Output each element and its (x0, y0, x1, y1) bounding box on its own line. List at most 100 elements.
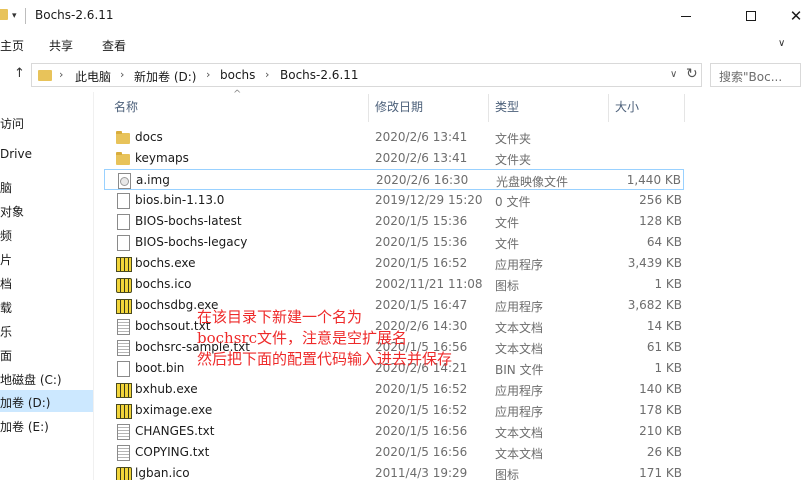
breadcrumb-bochs-2611[interactable]: Bochs-2.6.11 (280, 68, 359, 82)
app-icon (115, 382, 132, 398)
file-size: 1 KB (654, 277, 682, 291)
refresh-icon[interactable]: ↻ (686, 66, 698, 82)
file-type: 应用程序 (495, 258, 544, 272)
file-list: ^ 名称 修改日期 类型 大小 docs 2020/2/6 13:41 文件夹 key… (104, 89, 801, 480)
up-arrow-icon[interactable]: ↑ (14, 66, 25, 81)
file-size: 140 KB (639, 382, 682, 396)
file-date: 2011/4/3 19:29 (375, 466, 468, 480)
file-type: 应用程序 (495, 384, 544, 398)
table-row[interactable]: bios.bin-1.13.0 2019/12/29 15:20 0 文件 256 K… (104, 190, 684, 211)
tab-home[interactable]: 主页 (0, 37, 24, 54)
nav-item-music[interactable]: 乐 (0, 319, 93, 341)
file-date: 2020/1/5 16:56 (375, 424, 468, 438)
file-type: 0 文件 (495, 195, 531, 209)
nav-item-this-pc[interactable]: 脑 (0, 175, 93, 197)
file-date: 2020/2/6 13:41 (375, 130, 468, 144)
chevron-right-icon[interactable]: › (59, 68, 63, 81)
chevron-down-icon[interactable]: ∨ (670, 69, 677, 80)
close-button[interactable]: ✕ (773, 0, 801, 32)
folder-icon (115, 151, 131, 166)
close-icon: ✕ (789, 6, 801, 25)
quick-access-dropdown[interactable]: ▾ (12, 11, 17, 21)
file-type: 应用程序 (495, 405, 544, 419)
file-date: 2020/2/6 13:41 (375, 151, 468, 165)
file-date: 2019/12/29 15:20 (375, 193, 483, 207)
navigation-bar: ↑ › 此电脑 › 新加卷 (D:) › bochs › Bochs-2.6.1… (0, 58, 801, 92)
table-row[interactable]: keymaps 2020/2/6 13:41 文件夹 (104, 148, 684, 169)
ico-icon (115, 277, 132, 293)
tab-view[interactable]: 查看 (102, 37, 126, 54)
file-icon (115, 193, 131, 209)
file-name: BIOS-bochs-legacy (135, 235, 248, 249)
breadcrumb-bochs[interactable]: bochs (220, 68, 255, 82)
app-icon (115, 298, 132, 314)
table-row[interactable]: docs 2020/2/6 13:41 文件夹 (104, 127, 684, 148)
nav-item-quick-access[interactable]: 访问 (0, 111, 93, 133)
chevron-right-icon[interactable]: › (206, 68, 210, 81)
file-type: 文件夹 (495, 132, 532, 146)
column-header-size[interactable]: 大小 (615, 98, 639, 120)
column-header-type[interactable]: 类型 (495, 98, 519, 120)
nav-item-drive-d[interactable]: 加卷 (D:) (0, 390, 93, 412)
file-name: CHANGES.txt (135, 424, 215, 438)
table-row[interactable]: BIOS-bochs-legacy 2020/1/5 15:36 文件 64 KB (104, 232, 684, 253)
file-size: 171 KB (639, 466, 682, 480)
chevron-right-icon[interactable]: › (120, 68, 124, 81)
search-placeholder: 搜索"Boc... (719, 70, 783, 84)
column-header-name[interactable]: 名称 (114, 98, 138, 120)
file-date: 2020/1/5 15:36 (375, 235, 468, 249)
column-divider[interactable] (368, 94, 369, 122)
minimize-button[interactable] (663, 0, 709, 32)
column-divider[interactable] (684, 94, 685, 122)
table-row[interactable]: a.img 2020/2/6 16:30 光盘映像文件 1,440 KB (104, 169, 684, 190)
file-date: 2020/1/5 16:56 (375, 445, 468, 459)
file-icon (115, 214, 131, 230)
annotation-overlay: 在该目录下新建一个名为 bochsrc文件，注意是空扩展名 然后把下面的配置代码… (197, 307, 557, 370)
file-name: bximage.exe (135, 403, 213, 417)
nav-item-onedrive[interactable]: Drive (0, 143, 93, 165)
table-row[interactable]: bochs.exe 2020/1/5 16:52 应用程序 3,439 KB (104, 253, 684, 274)
table-row[interactable]: bximage.exe 2020/1/5 16:52 应用程序 178 KB (104, 400, 684, 421)
table-row[interactable]: lgban.ico 2011/4/3 19:29 图标 171 KB (104, 463, 684, 480)
file-type: 文本文档 (495, 426, 544, 440)
maximize-button[interactable] (728, 0, 774, 32)
navigation-pane: 访问 Drive 脑 对象 频 片 档 载 乐 面 地磁盘 (C:) 加卷 (D… (0, 92, 95, 480)
file-size: 210 KB (639, 424, 682, 438)
text-file-icon (115, 319, 131, 335)
chevron-right-icon[interactable]: › (265, 68, 269, 81)
nav-item-downloads[interactable]: 载 (0, 295, 93, 317)
nav-item-videos[interactable]: 频 (0, 223, 93, 245)
tab-share[interactable]: 共享 (49, 37, 73, 54)
nav-item-documents[interactable]: 档 (0, 271, 93, 293)
nav-item-desktop[interactable]: 面 (0, 343, 93, 365)
breadcrumb-this-pc[interactable]: 此电脑 (75, 68, 111, 85)
column-divider[interactable] (608, 94, 609, 122)
nav-item-pictures[interactable]: 片 (0, 247, 93, 269)
table-row[interactable]: BIOS-bochs-latest 2020/1/5 15:36 文件 128 KB (104, 211, 684, 232)
file-type: 文件 (495, 216, 520, 230)
file-name: bochs.exe (135, 256, 196, 270)
table-row[interactable]: bxhub.exe 2020/1/5 16:52 应用程序 140 KB (104, 379, 684, 400)
address-bar[interactable]: › 此电脑 › 新加卷 (D:) › bochs › Bochs-2.6.11 … (31, 63, 702, 87)
folder-icon (115, 130, 131, 145)
nav-item-drive-e[interactable]: 加卷 (E:) (0, 414, 93, 436)
file-size: 26 KB (646, 445, 682, 459)
text-file-icon (115, 445, 131, 461)
file-size: 3,682 KB (627, 298, 682, 312)
file-name: COPYING.txt (135, 445, 210, 459)
file-size: 256 KB (639, 193, 682, 207)
file-type: 图标 (495, 279, 520, 293)
search-input[interactable]: 搜索"Boc... (710, 63, 801, 87)
nav-item-drive-c[interactable]: 地磁盘 (C:) (0, 367, 93, 389)
column-divider[interactable] (488, 94, 489, 122)
breadcrumb-drive-d[interactable]: 新加卷 (D:) (134, 68, 196, 85)
file-date: 2020/1/5 16:52 (375, 382, 468, 396)
nav-pane-divider[interactable] (93, 92, 94, 480)
chevron-down-icon[interactable]: ∨ (778, 38, 785, 49)
column-header-date[interactable]: 修改日期 (375, 98, 423, 120)
file-date: 2020/1/5 16:52 (375, 403, 468, 417)
nav-item-3d-objects[interactable]: 对象 (0, 199, 93, 221)
table-row[interactable]: bochs.ico 2002/11/21 11:08 图标 1 KB (104, 274, 684, 295)
table-row[interactable]: CHANGES.txt 2020/1/5 16:56 文本文档 210 KB (104, 421, 684, 442)
table-row[interactable]: COPYING.txt 2020/1/5 16:56 文本文档 26 KB (104, 442, 684, 463)
